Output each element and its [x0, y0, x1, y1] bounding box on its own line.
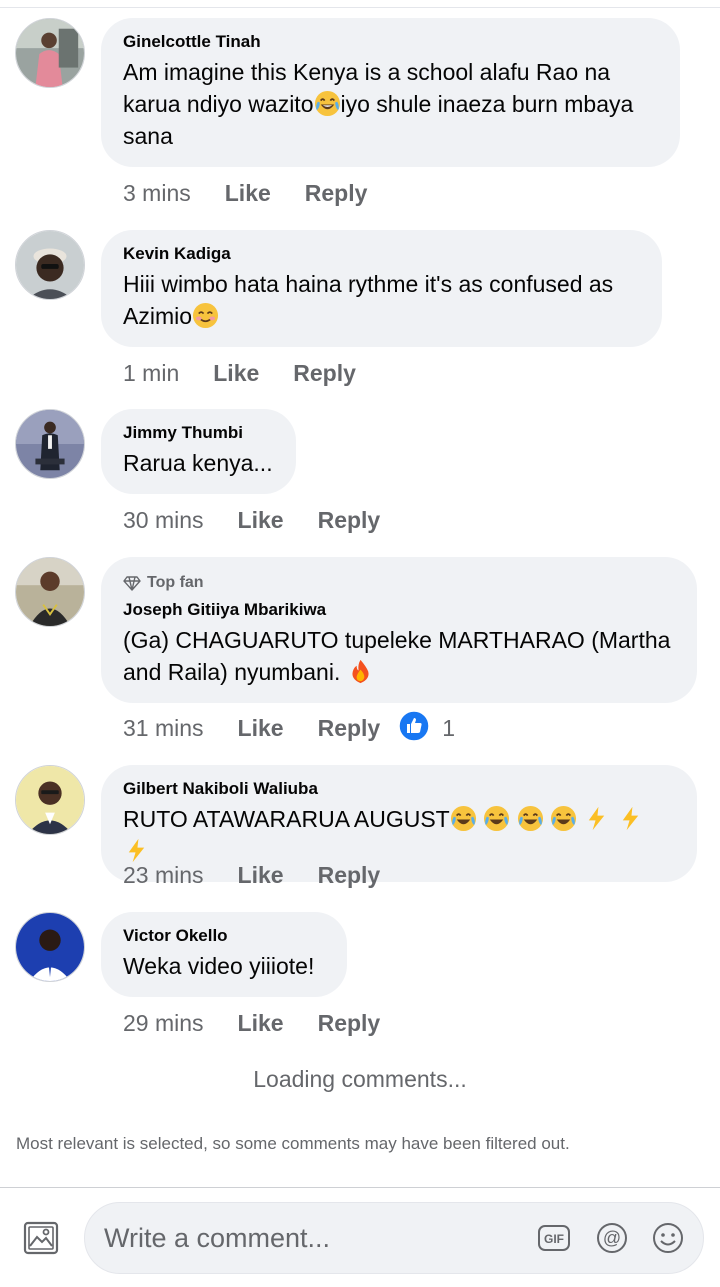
comment-author[interactable]: Gilbert Nakiboli Waliuba — [123, 779, 675, 799]
comment-actions: 29 mins Like Reply — [123, 1008, 380, 1038]
comment-input[interactable] — [104, 1203, 524, 1273]
top-divider — [0, 7, 720, 8]
comment-bubble: Kevin Kadiga Hiii wimbo hata haina rythm… — [101, 230, 662, 347]
comment-timestamp[interactable]: 29 mins — [123, 1010, 204, 1037]
comment-bubble: Jimmy Thumbi Rarua kenya... — [101, 409, 296, 494]
comment-text-line: iyo shule inaeza burn mbaya — [340, 91, 634, 117]
comment-actions: 30 mins Like Reply — [123, 505, 380, 535]
like-button[interactable]: Like — [213, 360, 259, 387]
reply-button[interactable]: Reply — [293, 360, 356, 387]
face-with-tears-of-joy-icon — [314, 90, 341, 117]
gif-label: GIF — [544, 1232, 564, 1246]
comment-text-line: karua ndiyo wazito — [123, 91, 314, 117]
comment-text: Am imagine this Kenya is a school alafu … — [123, 56, 658, 152]
comment-author[interactable]: Joseph Gitiiya Mbarikiwa — [123, 600, 675, 620]
top-fan-badge: Top fan — [123, 574, 675, 592]
filter-note: Most relevant is selected, so some comme… — [16, 1134, 570, 1153]
like-reaction-icon — [398, 710, 430, 742]
comment-actions: 23 mins Like Reply — [123, 860, 380, 890]
avatar[interactable] — [15, 409, 85, 479]
like-button[interactable]: Like — [238, 715, 284, 742]
comment-bubble: Victor Okello Weka video yiiiote! — [101, 912, 347, 997]
like-button[interactable]: Like — [238, 1010, 284, 1037]
mention-icon[interactable]: @ — [595, 1221, 629, 1255]
face-with-tears-of-joy-icon — [550, 805, 577, 832]
smiling-face-icon — [192, 302, 219, 329]
comment-actions: 3 mins Like Reply — [123, 178, 367, 208]
high-voltage-icon — [583, 805, 610, 832]
photo-icon[interactable] — [22, 1218, 62, 1258]
reply-button[interactable]: Reply — [318, 715, 381, 742]
comment-timestamp[interactable]: 3 mins — [123, 180, 191, 207]
avatar[interactable] — [15, 18, 85, 88]
comment-timestamp[interactable]: 31 mins — [123, 715, 204, 742]
avatar[interactable] — [15, 230, 85, 300]
reply-button[interactable]: Reply — [318, 507, 381, 534]
comment-actions: 31 mins Like Reply 1 — [123, 710, 456, 743]
emoji-icon[interactable] — [651, 1221, 685, 1255]
reaction-summary[interactable]: 1 — [398, 710, 456, 742]
like-button[interactable]: Like — [238, 862, 284, 889]
comment-text: Hiii wimbo hata haina rythme it's as con… — [123, 268, 640, 332]
composer-divider — [0, 1187, 720, 1188]
fire-icon — [347, 658, 374, 685]
like-button[interactable]: Like — [225, 180, 271, 207]
comment-actions: 1 min Like Reply — [123, 358, 356, 388]
comment-text-line: sana — [123, 123, 173, 149]
comment-text-line: RUTO ATAWARARUA AUGUST — [123, 806, 450, 832]
comment-bubble: Top fan Joseph Gitiiya Mbarikiwa (Ga) CH… — [101, 557, 697, 703]
reaction-count: 1 — [442, 714, 456, 741]
comment-author[interactable]: Victor Okello — [123, 926, 325, 946]
face-with-tears-of-joy-icon — [450, 805, 477, 832]
comment-timestamp[interactable]: 30 mins — [123, 507, 204, 534]
comment-timestamp[interactable]: 23 mins — [123, 862, 204, 889]
diamond-icon — [123, 576, 141, 591]
reply-button[interactable]: Reply — [318, 862, 381, 889]
comment-author[interactable]: Jimmy Thumbi — [123, 423, 274, 443]
comment-text: Rarua kenya... — [123, 450, 273, 476]
comment-timestamp[interactable]: 1 min — [123, 360, 179, 387]
comment-bubble: Ginelcottle Tinah Am imagine this Kenya … — [101, 18, 680, 167]
comment-text-line: Hiii wimbo hata haina rythme it's as con… — [123, 271, 614, 297]
comment-text-line: (Ga) CHAGUARUTO tupeleke MARTHARAO (Mart… — [123, 627, 671, 653]
comment-author[interactable]: Ginelcottle Tinah — [123, 32, 658, 52]
comment-text-line: and Raila) nyumbani. — [123, 659, 341, 685]
avatar[interactable] — [15, 765, 85, 835]
comment-text-line: Azimio — [123, 303, 193, 329]
loading-comments: Loading comments... — [253, 1066, 467, 1092]
mention-label: @ — [603, 1228, 621, 1248]
comment-text: Weka video yiiiote! — [123, 953, 315, 979]
comment-text-line: Am imagine this Kenya is a school alafu … — [123, 59, 611, 85]
avatar[interactable] — [15, 912, 85, 982]
reply-button[interactable]: Reply — [305, 180, 368, 207]
face-with-tears-of-joy-icon — [517, 805, 544, 832]
avatar[interactable] — [15, 557, 85, 627]
comment-author[interactable]: Kevin Kadiga — [123, 244, 640, 264]
high-voltage-icon — [617, 805, 644, 832]
gif-icon[interactable]: GIF — [537, 1221, 571, 1255]
like-button[interactable]: Like — [238, 507, 284, 534]
comment-text: RUTO ATAWARARUA AUGUST — [123, 803, 675, 867]
comment-composer: GIF @ — [84, 1202, 704, 1274]
badge-label: Top fan — [147, 574, 204, 591]
face-with-tears-of-joy-icon — [483, 805, 510, 832]
comment-text: (Ga) CHAGUARUTO tupeleke MARTHARAO (Mart… — [123, 624, 675, 688]
reply-button[interactable]: Reply — [318, 1010, 381, 1037]
